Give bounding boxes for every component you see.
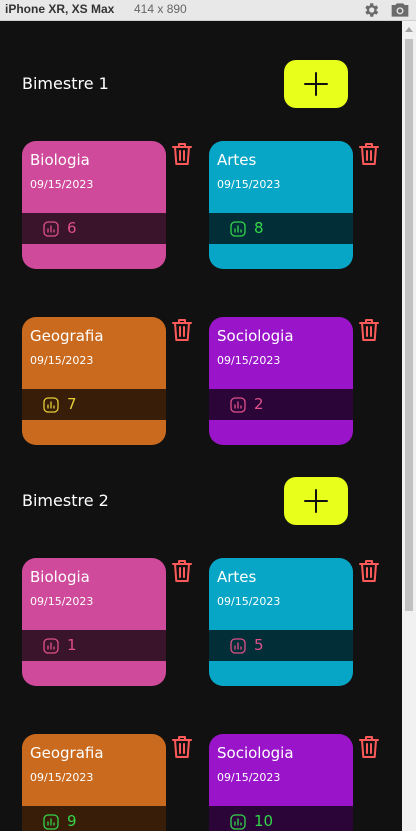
subject-date: 09/15/2023: [30, 771, 94, 784]
trash-icon[interactable]: [358, 141, 380, 167]
grade-band: 8: [209, 213, 353, 244]
subject-name: Artes: [217, 568, 257, 586]
trash-icon[interactable]: [358, 734, 380, 760]
grade-value: 6: [67, 219, 77, 237]
add-subject-button[interactable]: [284, 60, 348, 108]
trash-icon[interactable]: [171, 141, 193, 167]
subject-name: Geografia: [30, 744, 104, 762]
trash-icon[interactable]: [171, 558, 193, 584]
subject-name: Sociologia: [217, 327, 294, 345]
subject-card[interactable]: Geografia 09/15/2023 7: [22, 317, 166, 445]
scroll-up-arrow[interactable]: [405, 27, 413, 32]
section-title: Bimestre 1: [22, 74, 109, 93]
subject-card[interactable]: Artes 09/15/2023 8: [209, 141, 353, 269]
device-toolbar: iPhone XR, XS Max 414 x 890: [0, 0, 416, 21]
trash-icon[interactable]: [358, 558, 380, 584]
subject-date: 09/15/2023: [30, 178, 94, 191]
scrollbar-thumb[interactable]: [405, 39, 413, 611]
subject-name: Geografia: [30, 327, 104, 345]
subject-date: 09/15/2023: [217, 354, 281, 367]
grade-band: 6: [22, 213, 166, 244]
subject-name: Biologia: [30, 151, 90, 169]
subject-card[interactable]: Biologia 09/15/2023 6: [22, 141, 166, 269]
trash-icon[interactable]: [171, 734, 193, 760]
grade-band: 1: [22, 630, 166, 661]
grade-value: 1: [67, 636, 77, 654]
subject-card[interactable]: Artes 09/15/2023 5: [209, 558, 353, 686]
grade-value: 9: [67, 812, 77, 830]
subject-date: 09/15/2023: [217, 178, 281, 191]
grade-band: 5: [209, 630, 353, 661]
add-subject-button[interactable]: [284, 477, 348, 525]
plus-icon: [304, 72, 328, 96]
plus-icon: [304, 489, 328, 513]
trash-icon[interactable]: [171, 317, 193, 343]
subject-name: Biologia: [30, 568, 90, 586]
scrollbar[interactable]: [402, 21, 416, 831]
grade-band: 9: [22, 806, 166, 831]
grade-value: 7: [67, 395, 77, 413]
grade-value: 10: [254, 812, 274, 830]
device-size: 414 x 890: [134, 2, 187, 16]
subject-date: 09/15/2023: [217, 771, 281, 784]
device-name[interactable]: iPhone XR, XS Max: [5, 2, 114, 16]
subject-name: Sociologia: [217, 744, 294, 762]
grade-value: 8: [254, 219, 264, 237]
grade-band: 7: [22, 389, 166, 420]
subject-card[interactable]: Biologia 09/15/2023 1: [22, 558, 166, 686]
subject-date: 09/15/2023: [217, 595, 281, 608]
grade-band: 2: [209, 389, 353, 420]
subject-card[interactable]: Sociologia 09/15/2023 10: [209, 734, 353, 831]
trash-icon[interactable]: [358, 317, 380, 343]
app-screen: Bimestre 1 Biologia 09/15/2023 6 Artes 09/15/…: [0, 21, 402, 831]
gear-icon[interactable]: [362, 1, 380, 19]
grade-value: 2: [254, 395, 264, 413]
subject-name: Artes: [217, 151, 257, 169]
subject-date: 09/15/2023: [30, 595, 94, 608]
section-title: Bimestre 2: [22, 491, 109, 510]
grade-value: 5: [254, 636, 264, 654]
subject-card[interactable]: Sociologia 09/15/2023 2: [209, 317, 353, 445]
subject-card[interactable]: Geografia 09/15/2023 9: [22, 734, 166, 831]
camera-icon[interactable]: [390, 1, 410, 19]
subject-date: 09/15/2023: [30, 354, 94, 367]
grade-band: 10: [209, 806, 353, 831]
